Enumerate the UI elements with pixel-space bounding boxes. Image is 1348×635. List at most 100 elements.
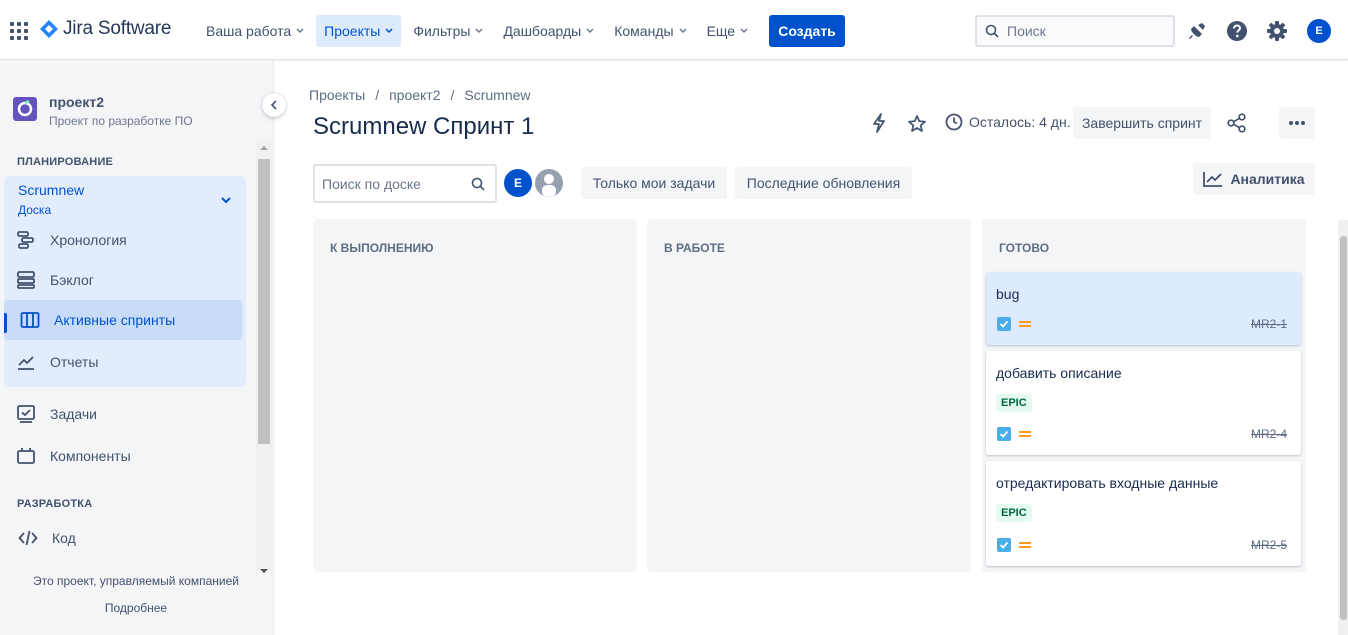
- recent-updates-button[interactable]: Последние обновления: [735, 167, 912, 199]
- automation-icon[interactable]: [869, 113, 889, 133]
- sidebar-footer: Это проект, управляемый компанией Подроб…: [0, 574, 272, 615]
- task-type-icon: [997, 317, 1011, 331]
- remaining-text: Осталось: 4 дн.: [969, 114, 1071, 130]
- global-search-input[interactable]: Поиск: [975, 15, 1175, 47]
- menu-label: Фильтры: [413, 23, 471, 39]
- collapse-sidebar-button[interactable]: [262, 93, 286, 117]
- issue-card[interactable]: отредактировать входные данные EPIC MR2-…: [986, 461, 1301, 566]
- issue-key[interactable]: MR2-5: [1251, 538, 1287, 552]
- epic-badge[interactable]: EPIC: [996, 394, 1032, 412]
- project-avatar: [13, 97, 37, 121]
- sidebar-item-label: Код: [52, 530, 76, 546]
- active-indicator: [4, 313, 7, 333]
- menu-your-work[interactable]: Ваша работа: [198, 15, 312, 47]
- menu-teams[interactable]: Команды: [606, 15, 694, 47]
- scrollbar-thumb[interactable]: [258, 159, 270, 444]
- menu-dashboards[interactable]: Дашбоарды: [495, 15, 602, 47]
- more-icon: [1289, 121, 1305, 125]
- priority-medium-icon: [1019, 542, 1031, 548]
- sidebar-item-components[interactable]: Компоненты: [0, 436, 238, 476]
- epic-badge[interactable]: EPIC: [996, 504, 1032, 522]
- chevron-down-icon: [475, 28, 483, 34]
- board-icon: [20, 312, 40, 328]
- sidebar-item-roadmap[interactable]: Хронология: [0, 220, 238, 260]
- code-icon: [18, 530, 38, 546]
- user-icon: [542, 174, 556, 197]
- sidebar-item-code[interactable]: Код: [0, 518, 238, 558]
- user-avatar[interactable]: E: [1307, 19, 1331, 43]
- assignee-avatar[interactable]: E: [502, 167, 534, 199]
- help-icon[interactable]: [1226, 20, 1248, 42]
- search-icon: [985, 24, 999, 38]
- breadcrumb-board[interactable]: Scrumnew: [464, 87, 530, 103]
- top-navigation: Jira Software Ваша работа Проекты Фильтр…: [0, 0, 1348, 60]
- footer-text: Это проект, управляемый компанией: [33, 574, 239, 588]
- issue-key[interactable]: MR2-4: [1251, 427, 1287, 441]
- chevron-down-icon: [385, 28, 393, 34]
- reports-icon: [18, 356, 34, 370]
- chevron-down-icon: [296, 28, 304, 34]
- complete-sprint-button[interactable]: Завершить спринт: [1073, 107, 1211, 139]
- only-my-issues-button[interactable]: Только мои задачи: [581, 167, 727, 199]
- breadcrumb-project[interactable]: проект2: [389, 87, 440, 103]
- app-switcher-icon[interactable]: [10, 22, 28, 40]
- menu-label: Еще: [706, 23, 736, 39]
- chevron-down-icon[interactable]: [220, 196, 232, 204]
- sprint-remaining: Осталось: 4 дн.: [945, 113, 1071, 131]
- sidebar-item-active-sprints[interactable]: Активные спринты: [4, 300, 242, 340]
- planning-section-title: ПЛАНИРОВАНИЕ: [17, 156, 114, 168]
- components-icon: [17, 448, 35, 464]
- board-search-placeholder: Поиск по доске: [322, 175, 421, 192]
- project-name: проект2: [49, 94, 104, 110]
- settings-icon[interactable]: [1266, 20, 1288, 42]
- menu-label: Ваша работа: [206, 23, 292, 39]
- breadcrumb: Проекты / проект2 / Scrumnew: [309, 87, 531, 103]
- project-type: Проект по разработке ПО: [49, 114, 193, 128]
- create-button[interactable]: Создать: [769, 15, 845, 47]
- notifications-icon[interactable]: [1186, 20, 1208, 42]
- column-title: К ВЫПОЛНЕНИЮ: [330, 241, 434, 255]
- share-icon[interactable]: [1226, 113, 1248, 133]
- search-placeholder: Поиск: [1007, 23, 1046, 39]
- sidebar-item-issues[interactable]: Задачи: [0, 394, 238, 434]
- board-type: Доска: [18, 203, 52, 217]
- chevron-down-icon: [679, 28, 687, 34]
- analytics-button[interactable]: Аналитика: [1193, 163, 1315, 195]
- breadcrumb-projects[interactable]: Проекты: [309, 87, 365, 103]
- main-menu: Ваша работа Проекты Фильтры Дашбоарды Ко…: [198, 15, 760, 47]
- task-type-icon: [997, 538, 1011, 552]
- sidebar-item-label: Бэклог: [50, 272, 94, 288]
- breadcrumb-separator: /: [450, 87, 455, 103]
- scrollbar-thumb[interactable]: [1340, 236, 1347, 620]
- sidebar-item-backlog[interactable]: Бэклог: [0, 260, 238, 300]
- board-selector[interactable]: Scrumnew Доска: [18, 182, 84, 217]
- chevron-down-icon: [586, 28, 594, 34]
- menu-filters[interactable]: Фильтры: [405, 15, 491, 47]
- sidebar-item-label: Компоненты: [50, 448, 131, 464]
- project-header[interactable]: проект2 Проект по разработке ПО: [13, 94, 193, 128]
- menu-more[interactable]: Еще: [699, 15, 757, 47]
- sidebar-item-reports[interactable]: Отчеты: [0, 342, 238, 382]
- search-icon: [471, 177, 485, 191]
- scroll-up-icon: [260, 146, 268, 150]
- learn-more-link[interactable]: Подробнее: [0, 601, 272, 615]
- jira-logo[interactable]: Jira Software: [40, 18, 171, 40]
- sidebar-scrollbar[interactable]: [256, 141, 272, 574]
- column-title: ГОТОВО: [999, 241, 1050, 255]
- unassigned-avatar[interactable]: [533, 167, 565, 199]
- main-scrollbar[interactable]: [1338, 220, 1348, 635]
- more-actions-button[interactable]: [1279, 107, 1315, 139]
- issue-key[interactable]: MR2-1: [1251, 317, 1287, 331]
- page-title: Scrumnew Спринт 1: [313, 113, 535, 140]
- board-search-input[interactable]: Поиск по доске: [313, 164, 497, 203]
- development-section-title: РАЗРАБОТКА: [17, 498, 93, 510]
- project-sidebar: проект2 Проект по разработке ПО ПЛАНИРОВ…: [0, 61, 286, 635]
- chevron-down-icon: [740, 28, 748, 34]
- jira-diamond-icon: [40, 20, 58, 38]
- issue-card[interactable]: добавить описание EPIC MR2-4: [986, 351, 1301, 455]
- issue-card[interactable]: bug MR2-1: [986, 272, 1301, 345]
- breadcrumb-separator: /: [375, 87, 380, 103]
- backlog-icon: [17, 271, 35, 289]
- star-icon[interactable]: [907, 114, 927, 134]
- menu-projects[interactable]: Проекты: [316, 15, 402, 47]
